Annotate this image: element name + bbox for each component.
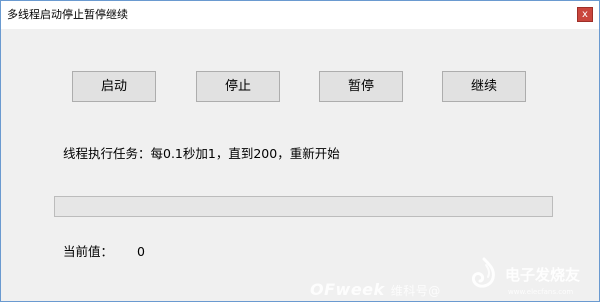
ofweek-watermark-at: @ [428,284,441,298]
ofweek-watermark: OFweek 维科号@ [310,281,441,300]
elecfans-watermark: 电子发烧友 [505,266,581,284]
close-button[interactable]: x [577,7,593,22]
pause-button[interactable]: 暂停 [319,71,403,102]
task-description-label: 线程执行任务：每0.1秒加1，直到200，重新开始 [63,146,340,161]
current-value: 0 [137,244,145,259]
elecfans-url: www.elecfans.com [508,288,574,296]
ofweek-watermark-text: 维科号 [390,284,429,298]
window-title: 多线程启动停止暂停继续 [7,8,128,21]
current-value-label: 当前值： [63,244,114,259]
progress-bar [54,196,553,217]
title-bar: 多线程启动停止暂停继续 x [1,1,599,29]
continue-button[interactable]: 继续 [442,71,526,102]
start-button[interactable]: 启动 [72,71,156,102]
elecfans-logo-icon [471,257,495,288]
main-window: 多线程启动停止暂停继续 x 启动 停止 暂停 继续 线程执行任务：每0.1秒加1… [0,0,600,302]
close-icon: x [582,9,588,20]
stop-button[interactable]: 停止 [196,71,280,102]
ofweek-brand: OFweek [310,280,385,299]
